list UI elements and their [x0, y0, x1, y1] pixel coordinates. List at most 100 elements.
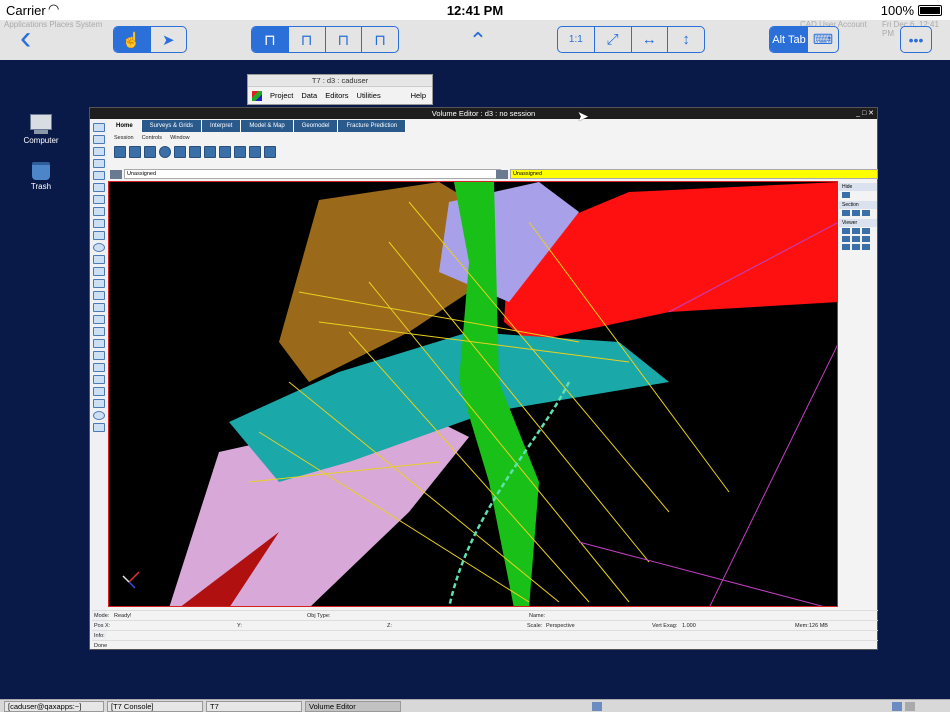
- tool-icon[interactable]: [93, 255, 105, 264]
- tool-icon[interactable]: [93, 399, 105, 408]
- print-icon[interactable]: [219, 146, 231, 158]
- menu-controls[interactable]: Controls: [142, 135, 162, 141]
- tool-icon[interactable]: [93, 159, 105, 168]
- tool-icon[interactable]: [93, 135, 105, 144]
- save-icon[interactable]: [144, 146, 156, 158]
- new-icon[interactable]: [114, 146, 126, 158]
- tray-icon[interactable]: [592, 702, 602, 711]
- fit-screen-icon[interactable]: ⤢: [595, 27, 632, 52]
- selector-right[interactable]: Unassigned: [510, 169, 878, 179]
- viewer-icon[interactable]: [842, 244, 850, 250]
- desktop-icon-computer[interactable]: Computer: [11, 114, 71, 145]
- viewer-icon[interactable]: [862, 236, 870, 242]
- back-button[interactable]: ‹: [20, 21, 46, 55]
- section-icon[interactable]: [842, 210, 850, 216]
- chevron-up-icon[interactable]: ⌃: [466, 30, 490, 52]
- section-icon[interactable]: [862, 210, 870, 216]
- open-folder-icon[interactable]: [129, 146, 141, 158]
- task-volume-editor[interactable]: Volume Editor: [305, 701, 401, 712]
- tab-geomodel[interactable]: Geomodel: [293, 120, 339, 132]
- touch-mode-icon[interactable]: ☝: [114, 27, 151, 52]
- left-click-icon[interactable]: ⊓: [252, 27, 289, 52]
- tool-icon[interactable]: [234, 146, 246, 158]
- tool-icon[interactable]: [93, 147, 105, 156]
- tool-icon[interactable]: [93, 267, 105, 276]
- mouse-pointer-icon[interactable]: ➤: [151, 27, 187, 52]
- viewer-icon[interactable]: [852, 236, 860, 242]
- workspace-switcher-icon[interactable]: [905, 702, 915, 711]
- tool-icon[interactable]: [189, 146, 201, 158]
- vexag-value[interactable]: 1.000: [682, 623, 696, 629]
- task-terminal[interactable]: [caduser@qaxapps:~]: [4, 701, 104, 712]
- tool-icon[interactable]: [93, 303, 105, 312]
- more-button[interactable]: •••: [900, 26, 932, 53]
- actual-size-button[interactable]: 1:1: [558, 27, 595, 52]
- tool-icon[interactable]: [93, 231, 105, 240]
- middle-click-icon[interactable]: ⊓: [289, 27, 326, 52]
- right-click-icon[interactable]: ⊓: [326, 27, 363, 52]
- menu-utilities[interactable]: Utilities: [357, 91, 381, 100]
- tool-icon[interactable]: [93, 171, 105, 180]
- compass-icon[interactable]: [93, 411, 105, 420]
- tool-icon[interactable]: [93, 279, 105, 288]
- menu-editors[interactable]: Editors: [325, 91, 348, 100]
- 3d-viewport[interactable]: [108, 181, 838, 607]
- tool-icon[interactable]: [93, 423, 105, 432]
- tool-icon[interactable]: [93, 387, 105, 396]
- tool-icon[interactable]: [249, 146, 261, 158]
- menu-window[interactable]: Window: [170, 135, 190, 141]
- hide-icon[interactable]: [842, 192, 850, 198]
- viewer-icon[interactable]: [852, 228, 860, 234]
- section-icon[interactable]: [852, 210, 860, 216]
- fit-height-icon[interactable]: ↕: [668, 27, 704, 52]
- tool-icon[interactable]: [93, 375, 105, 384]
- tool-icon[interactable]: [93, 291, 105, 300]
- tool-icon[interactable]: [93, 363, 105, 372]
- keyboard-icon[interactable]: ⌨: [808, 27, 838, 52]
- menu-session[interactable]: Session: [114, 135, 134, 141]
- help-icon[interactable]: [159, 146, 171, 158]
- layout-icon[interactable]: [264, 146, 276, 158]
- panel-viewer[interactable]: Viewer: [839, 219, 877, 227]
- tool-icon[interactable]: [93, 327, 105, 336]
- tab-fracture-prediction[interactable]: Fracture Prediction: [338, 120, 407, 132]
- minimize-icon[interactable]: _: [856, 110, 860, 117]
- tool-icon[interactable]: [93, 315, 105, 324]
- panel-section[interactable]: Section: [839, 201, 877, 209]
- maximize-icon[interactable]: □: [862, 110, 866, 117]
- tab-home[interactable]: Home: [108, 120, 142, 132]
- viewer-icon[interactable]: [862, 228, 870, 234]
- tool-icon[interactable]: [204, 146, 216, 158]
- tool-icon[interactable]: [93, 351, 105, 360]
- alt-tab-button[interactable]: Alt Tab ⌨: [769, 26, 839, 53]
- menu-project[interactable]: Project: [270, 91, 293, 100]
- panel-hide[interactable]: Hide: [839, 183, 877, 191]
- selector-left[interactable]: Unassigned: [124, 169, 501, 179]
- tool-icon[interactable]: [93, 219, 105, 228]
- viewer-icon[interactable]: [862, 244, 870, 250]
- fit-width-icon[interactable]: ↔: [632, 27, 669, 52]
- tool-icon[interactable]: [93, 195, 105, 204]
- tab-surveys-grids[interactable]: Surveys & Grids: [141, 120, 203, 132]
- rotate-icon[interactable]: [93, 243, 105, 252]
- tool-icon[interactable]: [93, 339, 105, 348]
- tool-icon[interactable]: [93, 123, 105, 132]
- app-logo-icon: [252, 90, 262, 101]
- desktop-icon-trash[interactable]: Trash: [11, 162, 71, 191]
- menu-data[interactable]: Data: [301, 91, 317, 100]
- tool-icon[interactable]: [93, 207, 105, 216]
- viewer-icon[interactable]: [842, 228, 850, 234]
- task-t7[interactable]: T7: [206, 701, 302, 712]
- mem-value: 126 MB: [809, 623, 828, 629]
- menu-help[interactable]: Help: [411, 91, 426, 100]
- close-icon[interactable]: ✕: [868, 110, 874, 117]
- task-t7-console[interactable]: [T7 Console]: [107, 701, 203, 712]
- tool-icon[interactable]: [174, 146, 186, 158]
- tool-icon[interactable]: [93, 183, 105, 192]
- workspace-switcher-icon[interactable]: [892, 702, 902, 711]
- tab-interpret[interactable]: Interpret: [202, 120, 242, 132]
- tab-model-map[interactable]: Model & Map: [241, 120, 294, 132]
- viewer-icon[interactable]: [852, 244, 860, 250]
- viewer-icon[interactable]: [842, 236, 850, 242]
- no-click-icon[interactable]: ⊓: [362, 27, 398, 52]
